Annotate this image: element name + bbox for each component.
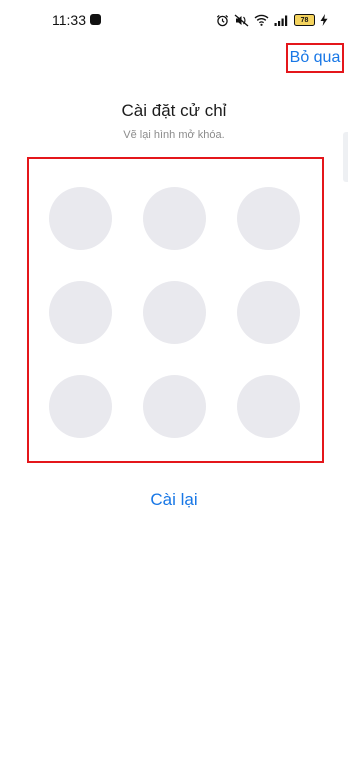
pattern-dot-9[interactable] (237, 375, 300, 438)
pattern-dot-3[interactable] (237, 187, 300, 250)
status-icons: 78 (216, 11, 328, 29)
pattern-dot-6[interactable] (237, 281, 300, 344)
pattern-dot-4[interactable] (49, 281, 112, 344)
wifi-icon (254, 14, 269, 26)
pattern-dot-8[interactable] (143, 375, 206, 438)
pattern-dot-5[interactable] (143, 281, 206, 344)
page-subtitle: Vẽ lại hình mở khóa. (123, 129, 225, 141)
pattern-lock-grid[interactable] (27, 157, 324, 463)
status-time: 11:33 (52, 12, 86, 28)
page-title: Cài đặt cử chỉ (121, 101, 227, 120)
pattern-dot-7[interactable] (49, 375, 112, 438)
pattern-dot-1[interactable] (49, 187, 112, 250)
skip-button[interactable]: Bỏ qua (286, 43, 344, 73)
reset-button[interactable]: Cài lại (0, 490, 348, 510)
battery-icon: 78 (294, 14, 315, 26)
alarm-icon (216, 14, 229, 27)
app-notification-icon (90, 14, 101, 25)
signal-icon (274, 15, 289, 26)
mute-icon (234, 14, 249, 27)
charging-icon (320, 14, 328, 26)
gesture-setup-screen: 11:33 78 Bỏ qua Cài đặt cử chỉ Vẽ lại hì… (0, 0, 348, 776)
pattern-dot-2[interactable] (143, 187, 206, 250)
status-bar: 11:33 78 (0, 0, 348, 40)
